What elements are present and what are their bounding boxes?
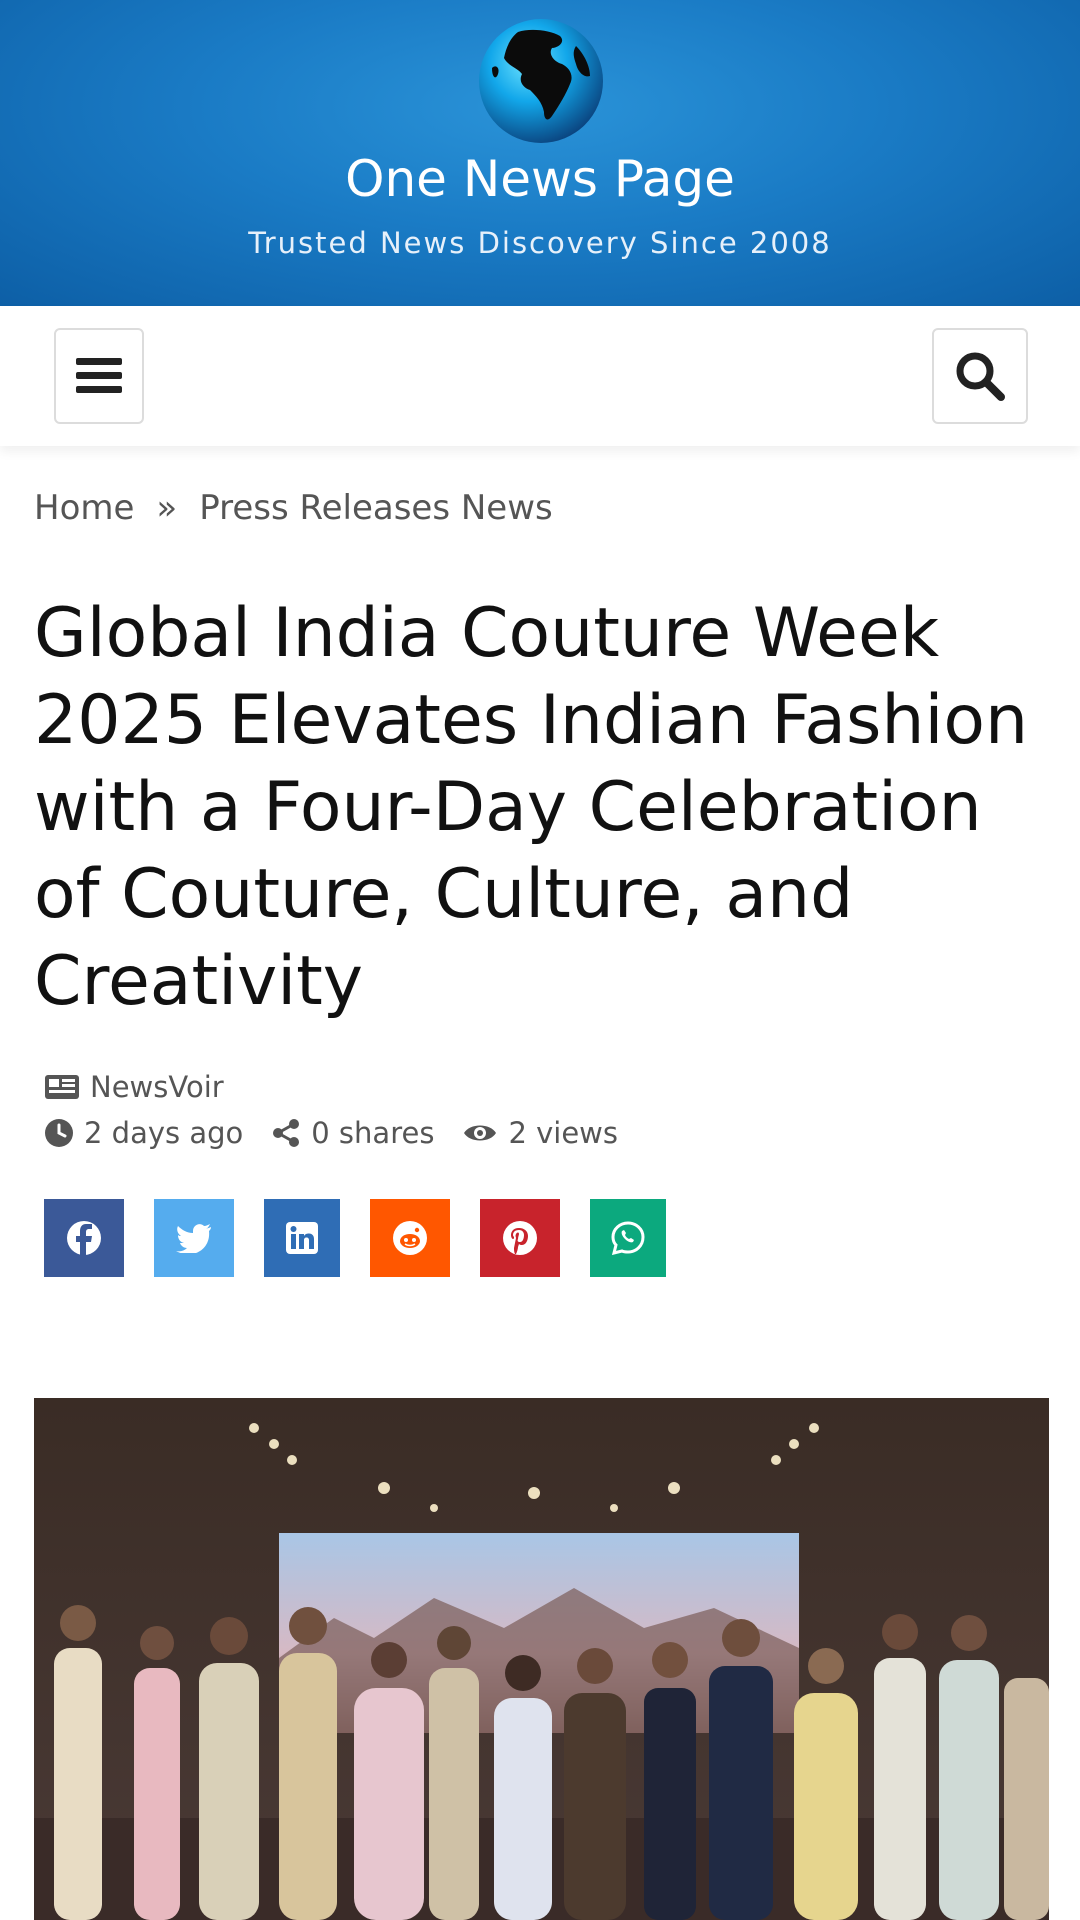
article-image[interactable] <box>34 1398 1049 1920</box>
share-twitter-button[interactable] <box>154 1199 234 1277</box>
twitter-icon <box>176 1224 211 1253</box>
source-name[interactable]: NewsVoir <box>90 1070 224 1104</box>
breadcrumb-category-link[interactable]: Press Releases News <box>199 488 553 528</box>
breadcrumb-separator: » <box>156 488 178 528</box>
nav-bar <box>0 306 1080 446</box>
menu-button[interactable] <box>54 328 144 424</box>
newspaper-icon <box>45 1075 79 1099</box>
shares-text: 0 shares <box>311 1116 435 1150</box>
article-title: Global India Couture Week 2025 Elevates … <box>34 594 1029 1021</box>
shares-count: 0 shares <box>271 1116 434 1150</box>
time-ago: 2 days ago <box>44 1116 243 1150</box>
hamburger-menu-icon <box>76 358 122 393</box>
share-whatsapp-button[interactable] <box>590 1199 666 1277</box>
article-source: NewsVoir <box>44 1070 224 1104</box>
share-facebook-button[interactable] <box>44 1199 124 1277</box>
pinterest-icon <box>503 1221 537 1255</box>
views-text: 2 views <box>508 1116 618 1150</box>
article-stats: 2 days ago 0 shares 2 views <box>44 1116 646 1150</box>
search-icon <box>956 352 1005 401</box>
clock-icon <box>45 1119 73 1147</box>
share-linkedin-button[interactable] <box>264 1199 340 1277</box>
site-title[interactable]: One News Page <box>0 150 1080 208</box>
runway-photo <box>34 1398 1049 1920</box>
share-icon <box>273 1119 300 1147</box>
whatsapp-icon <box>611 1221 645 1255</box>
globe-icon[interactable] <box>478 18 604 144</box>
reddit-icon <box>393 1221 427 1255</box>
linkedin-icon <box>286 1222 318 1254</box>
share-reddit-button[interactable] <box>370 1199 450 1277</box>
views-count: 2 views <box>462 1116 618 1150</box>
breadcrumb: Home » Press Releases News <box>34 488 553 528</box>
time-ago-text: 2 days ago <box>84 1116 244 1150</box>
search-button[interactable] <box>932 328 1028 424</box>
eye-icon <box>464 1125 497 1141</box>
facebook-icon <box>67 1221 101 1256</box>
site-tagline: Trusted News Discovery Since 2008 <box>248 226 832 260</box>
breadcrumb-home-link[interactable]: Home <box>34 488 134 528</box>
share-buttons <box>44 1199 696 1277</box>
site-header: One News Page Trusted News Discovery Sin… <box>0 0 1080 306</box>
share-pinterest-button[interactable] <box>480 1199 560 1277</box>
